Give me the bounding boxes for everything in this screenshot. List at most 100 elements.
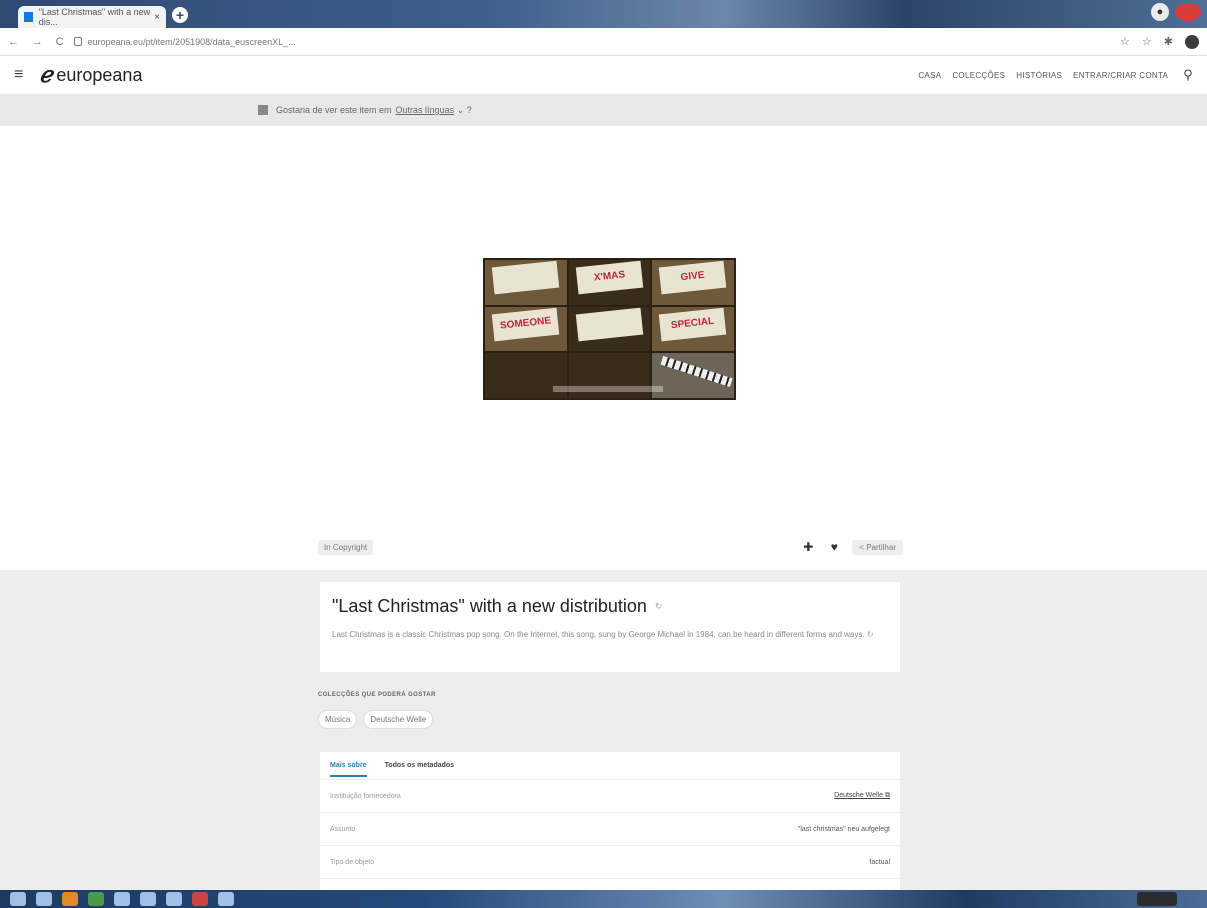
- collection-chips: Música Deutsche Welle: [318, 710, 434, 729]
- excel-icon[interactable]: [88, 892, 104, 906]
- video-card: SOMEONE: [491, 307, 560, 342]
- metadata-panel: Mais sobre Todos os metadados Instituiçã…: [320, 752, 900, 890]
- video-cell: [568, 306, 651, 352]
- avatar[interactable]: [1185, 34, 1199, 49]
- share-button[interactable]: < Partilhar: [852, 539, 903, 555]
- tab-more-about[interactable]: Mais sobre: [330, 762, 367, 777]
- app-icon[interactable]: [192, 892, 208, 906]
- reading-list-icon[interactable]: ☆: [1142, 35, 1152, 48]
- app-icon[interactable]: [140, 892, 156, 906]
- video-cell: X'MAS: [568, 260, 651, 305]
- metadata-value: factual: [869, 858, 890, 866]
- europeana-logo[interactable]: ℯ europeana: [39, 62, 142, 88]
- address-bar: ← → C europeana.eu/pt/item/2051908/data_…: [0, 28, 1207, 56]
- app-icon[interactable]: [218, 892, 234, 906]
- profile-icon[interactable]: ●: [1151, 3, 1169, 21]
- metadata-row: Tipo de objeto factual: [320, 846, 900, 879]
- url-text: europeana.eu/pt/item/2051908/data_euscre…: [87, 36, 296, 47]
- browser-tab[interactable]: "Last Christmas" with a new dis... ×: [18, 6, 166, 28]
- nav-home[interactable]: CASA: [918, 71, 941, 80]
- page-title: "Last Christmas" with a new distribution: [332, 596, 647, 616]
- tab-favicon-icon: [24, 12, 33, 22]
- chrome-icon[interactable]: [62, 892, 78, 906]
- start-icon[interactable]: [10, 892, 26, 906]
- collection-chip-music[interactable]: Música: [318, 710, 358, 729]
- nav-stories[interactable]: HISTÓRIAS: [1016, 71, 1062, 80]
- chevron-down-icon[interactable]: ⌄: [454, 105, 467, 116]
- translate-icon[interactable]: ↻: [655, 601, 663, 612]
- video-cell: [485, 260, 567, 305]
- bookmark-icon[interactable]: ☆: [1120, 35, 1130, 48]
- metadata-value: Deutsche Welle: [834, 792, 884, 799]
- video-cell: GIVE: [652, 260, 734, 305]
- app-icon[interactable]: [114, 892, 130, 906]
- site-header: ≡ ℯ europeana CASA COLECÇÕES HISTÓRIAS E…: [0, 56, 1207, 94]
- window-close-button[interactable]: [1175, 3, 1201, 21]
- app-icon[interactable]: [166, 892, 182, 906]
- back-icon[interactable]: ←: [8, 36, 19, 48]
- top-nav: CASA COLECÇÕES HISTÓRIAS ENTRAR/CRIAR CO…: [918, 67, 1193, 83]
- translate-icon[interactable]: ↻: [867, 630, 874, 639]
- os-taskbar: [0, 890, 1207, 908]
- item-description: Last Christmas is a classic Christmas po…: [332, 630, 865, 639]
- collection-chip-dw[interactable]: Deutsche Welle: [363, 710, 434, 729]
- item-actions: ✚ ♥ < Partilhar: [800, 539, 903, 555]
- metadata-row: Instituição fornecedora Deutsche Welle ⧉: [320, 780, 900, 813]
- rights-badge[interactable]: In Copyright: [318, 539, 374, 555]
- video-card: X'MAS: [575, 261, 644, 295]
- tab-all-metadata[interactable]: Todos os metadados: [385, 762, 455, 769]
- window-controls: ●: [1151, 3, 1201, 21]
- extensions-icon[interactable]: ✱: [1164, 35, 1173, 48]
- share-label: Partilhar: [866, 542, 896, 552]
- item-description-row: Last Christmas is a classic Christmas po…: [332, 629, 888, 641]
- reload-icon[interactable]: C: [56, 36, 64, 48]
- lock-icon: [73, 37, 82, 46]
- collections-heading: COLECÇÕES QUE PODERÁ GOSTAR: [318, 692, 436, 698]
- language-prompt-text: Gostaria de ver este item em: [276, 105, 392, 115]
- browser-tab-strip: "Last Christmas" with a new dis... × + ●: [0, 0, 1207, 28]
- menu-icon[interactable]: ≡: [14, 66, 23, 84]
- metadata-label: Assunto: [330, 825, 356, 833]
- metadata-value: "last christmas" neu aufgelegt: [797, 825, 890, 833]
- language-banner: Gostaria de ver este item em Outras líng…: [0, 94, 1207, 126]
- item-details: "Last Christmas" with a new distribution…: [0, 570, 1207, 890]
- system-tray: [1137, 892, 1177, 906]
- language-prompt: Gostaria de ver este item em Outras líng…: [258, 105, 472, 116]
- europeana-logo-icon: ℯ: [39, 62, 53, 88]
- search-icon[interactable]: ⚲: [1183, 67, 1193, 83]
- video-card: GIVE: [659, 261, 728, 295]
- new-tab-icon[interactable]: +: [172, 7, 188, 23]
- url-field[interactable]: europeana.eu/pt/item/2051908/data_euscre…: [73, 36, 296, 47]
- explorer-icon[interactable]: [36, 892, 52, 906]
- tab-title: "Last Christmas" with a new dis...: [38, 7, 151, 27]
- logo-text: europeana: [56, 64, 143, 85]
- media-viewer: X'MAS GIVE SOMEONE SPECIAL In Copyright …: [0, 126, 1207, 570]
- browser-toolbar-right: ☆ ☆ ✱: [1120, 34, 1199, 49]
- video-cell: SPECIAL: [652, 306, 734, 352]
- item-summary-card: "Last Christmas" with a new distribution…: [320, 582, 900, 672]
- external-link-icon: ⧉: [885, 792, 890, 799]
- video-card: SPECIAL: [659, 307, 728, 342]
- add-to-gallery-icon[interactable]: ✚: [800, 539, 816, 555]
- video-card: [575, 307, 644, 342]
- language-link[interactable]: Outras línguas: [396, 105, 455, 115]
- translate-icon: [258, 105, 268, 115]
- language-prompt-suffix: ?: [466, 105, 472, 115]
- nav-collections[interactable]: COLECÇÕES: [952, 71, 1005, 80]
- item-title-row: "Last Christmas" with a new distribution…: [332, 596, 888, 617]
- tab-close-icon[interactable]: ×: [154, 12, 160, 23]
- metadata-label: Instituição fornecedora: [330, 792, 401, 800]
- provider-link[interactable]: Deutsche Welle ⧉: [834, 792, 890, 800]
- viewer-toolbar: In Copyright ✚ ♥ < Partilhar: [318, 536, 903, 558]
- like-heart-icon[interactable]: ♥: [826, 539, 842, 555]
- metadata-tabs: Mais sobre Todos os metadados: [320, 752, 900, 780]
- video-thumbnail[interactable]: X'MAS GIVE SOMEONE SPECIAL: [483, 258, 736, 400]
- forward-icon[interactable]: →: [32, 36, 43, 48]
- video-card: [491, 261, 560, 295]
- video-cell: [652, 353, 734, 398]
- metadata-row: Assunto "last christmas" neu aufgelegt: [320, 813, 900, 846]
- nav-login[interactable]: ENTRAR/CRIAR CONTA: [1073, 71, 1168, 80]
- metadata-label: Tipo de objeto: [330, 858, 375, 866]
- nav-controls: ← → C: [8, 36, 74, 48]
- video-cell: SOMEONE: [485, 306, 567, 352]
